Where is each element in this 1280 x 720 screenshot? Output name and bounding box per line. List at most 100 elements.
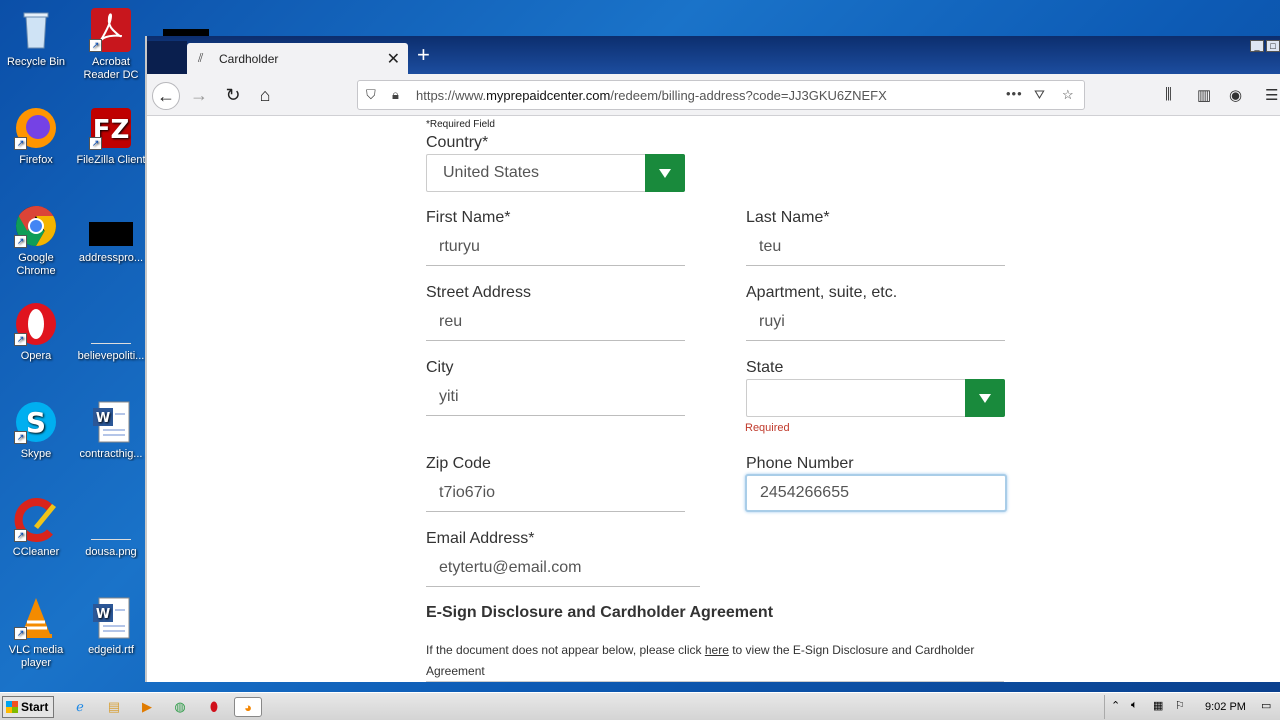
last-name-input[interactable]: teu [746, 228, 1005, 266]
chrome-taskbar-icon[interactable]: ◍ [170, 697, 190, 717]
acrobat-icon: ↗ [89, 8, 133, 52]
page-actions-icon[interactable]: ••• [1006, 86, 1023, 101]
account-icon[interactable]: ◉ [1229, 86, 1242, 104]
shortcut-arrow-icon: ↗ [14, 627, 27, 640]
menu-icon[interactable]: ☰ [1265, 86, 1278, 104]
firefox-taskbar-button[interactable]: ◕ [234, 697, 262, 717]
blank-file-icon [89, 498, 133, 542]
volume-icon[interactable]: 🔈︎ [1131, 699, 1138, 712]
city-input[interactable]: yiti [426, 378, 685, 416]
bookmark-star-icon[interactable]: ☆ [1062, 87, 1074, 103]
action-center-flag-icon[interactable]: ⚐ [1175, 699, 1185, 712]
clock[interactable]: 9:02 PM [1205, 701, 1246, 713]
apartment-label: Apartment, suite, etc. [746, 284, 898, 301]
esign-here-link[interactable]: here [705, 643, 729, 657]
taskbar: Start ℯ ▤ ▶ ◍ ⬮ ◕ ⌃ 🔈︎ ▦ ⚐ 9:02 PM ▭ [0, 692, 1280, 720]
desktop-icon-skype[interactable]: S ↗ Skype [0, 400, 72, 461]
svg-text:W: W [96, 607, 110, 622]
desktop-icon-opera[interactable]: ↗ Opera [0, 302, 72, 363]
vlc-icon: ↗ [14, 596, 58, 640]
skype-icon: S ↗ [14, 400, 58, 444]
lock-icon[interactable]: 🔒︎ [392, 87, 399, 103]
tab-cardholder[interactable]: ⫽ Cardholder ✕ [187, 43, 408, 74]
word-document-icon: W [89, 400, 133, 444]
url-text: https://www.myprepaidcenter.com/redeem/b… [416, 88, 887, 103]
sidebar-icon[interactable]: ▥ [1197, 86, 1211, 104]
opera-icon: ↗ [14, 302, 58, 346]
city-label: City [426, 359, 454, 376]
required-field-note: *Required Field [426, 119, 495, 130]
tab-title: Cardholder [219, 52, 279, 66]
last-name-label: Last Name* [746, 209, 830, 226]
svg-text:W: W [96, 411, 110, 426]
desktop-icon-dousa[interactable]: dousa.png [75, 498, 147, 559]
zip-code-input[interactable]: t7io67io [426, 474, 685, 512]
zip-code-label: Zip Code [426, 455, 491, 472]
country-label: Country* [426, 134, 489, 151]
shortcut-arrow-icon: ↗ [14, 333, 27, 346]
phone-number-input[interactable]: 2454266655 [745, 474, 1007, 512]
file-explorer-icon[interactable]: ▤ [104, 697, 124, 717]
billing-address-page: *Required Field Country* United States F… [147, 116, 1280, 682]
internet-explorer-icon[interactable]: ℯ [70, 697, 90, 717]
country-value: United States [443, 164, 540, 181]
desktop-icon-filezilla[interactable]: FZ ↗ FileZilla Client [75, 106, 147, 167]
address-bar[interactable]: ⛉ 🔒︎ https://www.myprepaidcenter.com/red… [357, 80, 1085, 110]
shortcut-arrow-icon: ↗ [14, 137, 27, 150]
file-thumbnail-icon [89, 204, 133, 248]
navigation-toolbar: ← → ↻ ⌂ ⛉ 🔒︎ https://www.myprepaidcenter… [147, 74, 1280, 116]
shortcut-arrow-icon: ↗ [14, 431, 27, 444]
filezilla-icon: FZ ↗ [89, 106, 133, 150]
state-select[interactable] [746, 379, 1005, 417]
desktop-icon-believepoliti[interactable]: believepoliti... [75, 302, 147, 363]
reload-button[interactable]: ↻ [219, 82, 247, 110]
desktop-icon-acrobat[interactable]: ↗ Acrobat Reader DC [75, 8, 147, 82]
show-desktop-icon[interactable]: ▭ [1261, 699, 1271, 712]
svg-text:S: S [26, 406, 46, 439]
desktop-icon-vlc[interactable]: ↗ VLC media player [0, 596, 72, 670]
desktop-icon-addresspro[interactable]: addresspro... [75, 204, 147, 265]
media-player-icon[interactable]: ▶ [137, 697, 157, 717]
email-address-input[interactable]: etytertu@email.com [426, 549, 700, 587]
email-address-label: Email Address* [426, 530, 535, 547]
pocket-icon[interactable]: ⛛ [1034, 87, 1045, 103]
document-frame-edge [426, 681, 1004, 682]
maximize-icon[interactable]: □ [1266, 40, 1280, 52]
tray-expand-icon[interactable]: ⌃ [1111, 699, 1120, 712]
anyrun-watermark: ANY RUN [1040, 609, 1265, 662]
desktop-icon-chrome[interactable]: ↗ Google Chrome [0, 204, 72, 278]
window-controls: _ □ [1250, 40, 1280, 52]
start-button[interactable]: Start [2, 696, 54, 718]
opera-taskbar-icon[interactable]: ⬮ [204, 697, 224, 717]
desktop-icon-contracthig[interactable]: W contracthig... [75, 400, 147, 461]
shortcut-arrow-icon: ↗ [14, 235, 27, 248]
minimize-icon[interactable]: _ [1250, 40, 1264, 52]
esign-section-title: E-Sign Disclosure and Cardholder Agreeme… [426, 604, 774, 621]
back-button[interactable]: ← [152, 82, 180, 110]
library-icon[interactable]: ⫼ [1165, 86, 1172, 103]
desktop-icon-edgeid[interactable]: W edgeid.rtf [75, 596, 147, 657]
network-icon[interactable]: ▦ [1153, 699, 1163, 712]
new-tab-icon[interactable]: + [417, 44, 430, 66]
apartment-input[interactable]: ruyi [746, 303, 1005, 341]
home-button[interactable]: ⌂ [251, 82, 279, 110]
site-favicon-icon: ⫽ [198, 51, 204, 65]
browser-titlebar: ⫽ Cardholder ✕ + _ □ [147, 36, 1280, 74]
firefox-icon: ↗ [14, 106, 58, 150]
chevron-down-icon[interactable] [645, 154, 685, 192]
phone-number-label: Phone Number [746, 455, 854, 472]
street-address-label: Street Address [426, 284, 531, 301]
desktop-icon-recycle-bin[interactable]: Recycle Bin [0, 8, 72, 69]
chevron-down-icon[interactable] [965, 379, 1005, 417]
firefox-window: ⫽ Cardholder ✕ + _ □ ← → ↻ ⌂ ⛉ 🔒︎ https:… [145, 36, 1280, 682]
close-tab-icon[interactable]: ✕ [387, 49, 400, 69]
first-name-input[interactable]: rturyu [426, 228, 685, 266]
street-address-input[interactable]: reu [426, 303, 685, 341]
desktop-icon-ccleaner[interactable]: ↗ CCleaner [0, 498, 72, 559]
blank-file-icon [89, 302, 133, 346]
shield-icon[interactable]: ⛉ [366, 87, 376, 103]
recycle-bin-icon [14, 8, 58, 52]
forward-button[interactable]: → [185, 82, 213, 110]
desktop-icon-firefox[interactable]: ↗ Firefox [0, 106, 72, 167]
country-select[interactable]: United States [426, 154, 685, 192]
